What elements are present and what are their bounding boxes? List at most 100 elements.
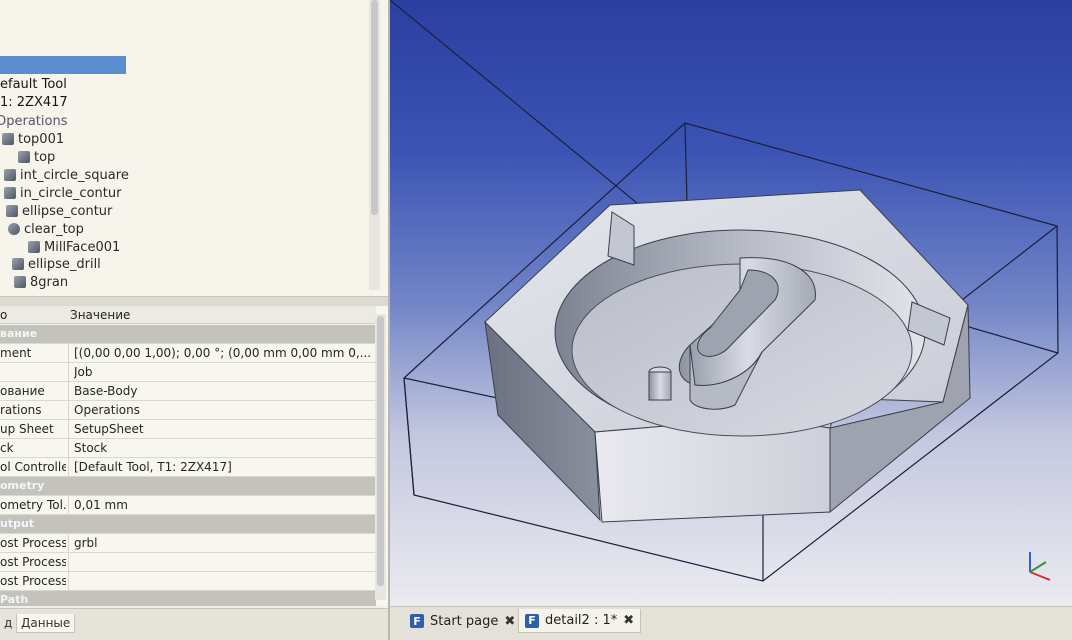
property-editor: o Значение вание ment [(0,00 0,00 1,00);… xyxy=(0,306,388,606)
column-divider xyxy=(68,553,69,571)
property-value: SetupSheet xyxy=(74,422,144,436)
property-row-tool-controller[interactable]: ol Controller [Default Tool, T1: 2ZX417] xyxy=(0,458,376,477)
property-group-path[interactable]: Path xyxy=(0,591,376,606)
property-key: ost Processo... xyxy=(0,555,66,569)
property-row-geometry-tolerance[interactable]: ometry Tol... 0,01 mm xyxy=(0,496,376,515)
tree-item-label: in_circle_contur xyxy=(20,185,122,201)
column-divider xyxy=(68,382,69,400)
tree-item-label: top xyxy=(34,149,56,165)
column-divider xyxy=(68,344,69,362)
column-divider xyxy=(68,420,69,438)
tree-scrollbar-thumb[interactable] xyxy=(371,0,378,215)
property-value: 0,01 mm xyxy=(74,498,128,512)
drill-pin-body xyxy=(648,371,672,401)
property-key: ment xyxy=(0,346,32,360)
drill-icon xyxy=(12,258,24,270)
column-divider xyxy=(68,458,69,476)
property-value: [Default Tool, T1: 2ZX417] xyxy=(74,460,232,474)
column-divider xyxy=(68,534,69,552)
combo-view-tabs: д Данные xyxy=(0,608,388,640)
operation-icon xyxy=(2,133,14,145)
tab-label: detail2 : 1* xyxy=(545,613,618,628)
property-row-post-processor[interactable]: ost Processor grbl xyxy=(0,534,376,553)
tree-item-operations[interactable]: Operations xyxy=(0,112,67,130)
tree-item-millface001[interactable]: MillFace001 xyxy=(28,238,120,256)
property-group-geometry[interactable]: ometry xyxy=(0,477,376,496)
column-divider xyxy=(68,363,69,381)
tab-data[interactable]: Данные xyxy=(16,614,76,633)
property-row-stock[interactable]: ck Stock xyxy=(0,439,376,458)
property-key: ck xyxy=(0,441,14,455)
axis-indicator xyxy=(1029,552,1051,581)
tree-item-label: MillFace001 xyxy=(44,239,121,255)
document-tabs: F Start page ✖ F detail2 : 1* ✖ xyxy=(390,606,1072,640)
tree-item-ellipse-drill[interactable]: ellipse_drill xyxy=(12,255,101,273)
operation-icon xyxy=(6,205,18,217)
tree-item-ellipse-contur[interactable]: ellipse_contur xyxy=(6,202,112,220)
property-key: ost Processor xyxy=(0,536,66,550)
tab-start-page[interactable]: F Start page ✖ xyxy=(404,609,521,633)
operation-icon xyxy=(4,187,16,199)
tree-item-clear-top[interactable]: clear_top xyxy=(8,220,84,238)
panel-splitter[interactable] xyxy=(0,296,388,306)
tree-item-label: ellipse_drill xyxy=(28,256,101,272)
tab-label: Start page xyxy=(430,613,499,629)
tree-item-top001[interactable]: top001 xyxy=(2,130,64,148)
property-key: ование xyxy=(0,384,45,398)
tree-item-top[interactable]: top xyxy=(18,148,55,166)
body-icon xyxy=(28,241,40,253)
property-row-model[interactable]: ование Base-Body xyxy=(0,382,376,401)
property-row-setup-sheet[interactable]: up Sheet SetupSheet xyxy=(0,420,376,439)
property-value: grbl xyxy=(74,536,98,550)
property-row-post-processor-args[interactable]: ost Processo... xyxy=(0,553,376,572)
tree-item-8gran[interactable]: 8gran xyxy=(14,273,68,291)
tree-item-label: clear_top xyxy=(24,221,84,237)
tab-detail2[interactable]: F detail2 : 1* ✖ xyxy=(518,609,642,633)
property-value: Operations xyxy=(74,403,140,417)
face-mill-icon xyxy=(8,223,20,235)
property-row-post-processor-output[interactable]: ost Processo... xyxy=(0,572,376,591)
property-row-operations[interactable]: rations Operations xyxy=(0,401,376,420)
property-row-placement[interactable]: ment [(0,00 0,00 1,00); 0,00 °; (0,00 mm… xyxy=(0,344,376,363)
property-key: ost Processo... xyxy=(0,574,66,588)
property-value: Job xyxy=(74,365,93,379)
property-group-base[interactable]: вание xyxy=(0,325,376,344)
property-group-output[interactable]: utput xyxy=(0,515,376,534)
tree-item-label: top001 xyxy=(18,131,65,147)
tree-item-in-circle-contur[interactable]: in_circle_contur xyxy=(4,184,121,202)
tab-view[interactable]: д xyxy=(0,614,16,632)
property-header: o Значение xyxy=(0,306,376,324)
property-column-header: o xyxy=(0,308,8,322)
operation-icon xyxy=(4,169,16,181)
property-value: Base-Body xyxy=(74,384,138,398)
property-group-label: вание xyxy=(0,327,38,340)
tree-selection-highlight xyxy=(0,56,126,74)
column-divider xyxy=(68,496,69,514)
tree-item-int-circle-square[interactable]: int_circle_square xyxy=(4,166,129,184)
tree-item-label: 1: 2ZX417 xyxy=(0,94,68,110)
tree-item-label: 8gran xyxy=(30,274,69,290)
combo-view-panel: efault Tool 1: 2ZX417 Operations top001 … xyxy=(0,0,390,640)
value-column-header: Значение xyxy=(70,308,131,322)
tree-item-label: int_circle_square xyxy=(20,167,129,183)
model-tree[interactable]: efault Tool 1: 2ZX417 Operations top001 … xyxy=(0,0,388,296)
tree-item-tool-number[interactable]: 1: 2ZX417 xyxy=(0,93,68,111)
property-scrollbar-thumb[interactable] xyxy=(377,316,384,586)
tree-item-label: ellipse_contur xyxy=(22,203,113,219)
property-group-label: utput xyxy=(0,517,35,530)
3d-viewport[interactable] xyxy=(390,0,1072,606)
close-icon[interactable]: ✖ xyxy=(623,613,634,628)
property-value: [(0,00 0,00 1,00); 0,00 °; (0,00 mm 0,00… xyxy=(74,346,372,360)
freecad-icon: F xyxy=(525,613,539,628)
body-icon xyxy=(18,151,30,163)
column-divider xyxy=(68,401,69,419)
property-key: ometry Tol... xyxy=(0,498,66,512)
column-divider xyxy=(68,572,69,590)
freecad-icon: F xyxy=(410,614,424,628)
property-value: Stock xyxy=(74,441,108,455)
property-row-label[interactable]: Job xyxy=(0,363,376,382)
tree-item-default-tool[interactable]: efault Tool xyxy=(0,75,67,93)
property-key: up Sheet xyxy=(0,422,54,436)
tree-item-label: Operations xyxy=(0,113,68,129)
close-icon[interactable]: ✖ xyxy=(504,614,515,629)
